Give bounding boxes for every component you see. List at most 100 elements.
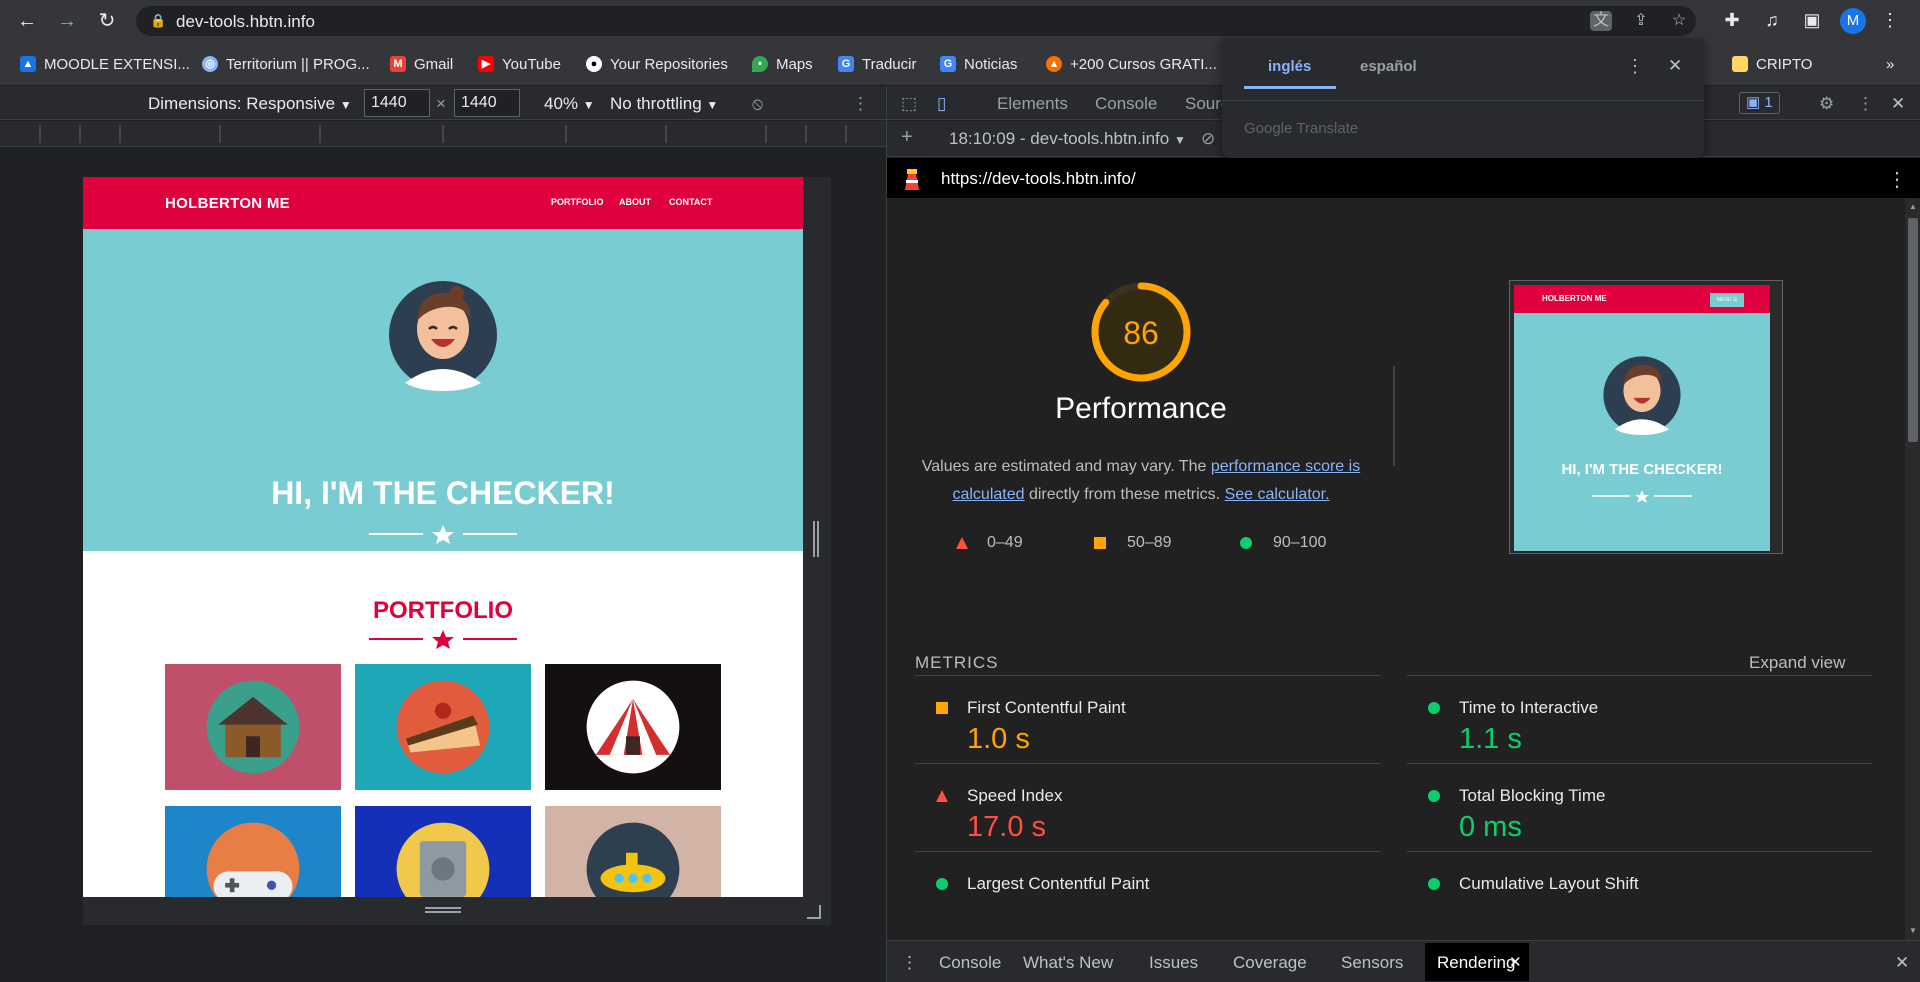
metric-label: Cumulative Layout Shift — [1459, 874, 1639, 893]
back-arrow-icon[interactable]: ← — [14, 8, 40, 34]
metric-divider — [915, 675, 1380, 676]
final-screenshot[interactable]: HOLBERTON ME MENU ☰ HI, I'M THE CHECKER! — [1509, 280, 1783, 554]
translate-icon[interactable]: 文 — [1590, 11, 1612, 31]
ruler-segments — [39, 125, 847, 143]
metric-label: Largest Contentful Paint — [967, 874, 1150, 893]
rotate-icon[interactable]: ⦸ — [752, 94, 763, 114]
see-calculator-link[interactable]: See calculator. — [1225, 486, 1330, 503]
portfolio-tile[interactable] — [545, 806, 721, 897]
forward-arrow-icon[interactable]: → — [54, 8, 80, 34]
translate-options-icon[interactable]: ⋮ — [1626, 56, 1644, 77]
device-toolbar: Dimensions: Responsive ▼ × 40% ▼ No thro… — [0, 86, 886, 120]
drawer-close-icon[interactable]: ✕ — [1895, 953, 1909, 973]
legend-fail: 0–49 — [987, 534, 1023, 551]
score-description: Values are estimated and may vary. The p… — [921, 458, 1361, 503]
share-icon[interactable]: ⇪ — [1630, 11, 1652, 31]
bookmarks-overflow[interactable]: » — [1886, 52, 1894, 76]
side-panel-icon[interactable]: ▣ — [1800, 10, 1824, 31]
bookmark-item[interactable]: ◎ Territorium || PROG... — [202, 52, 370, 76]
dimensions-select[interactable]: Dimensions: Responsive ▼ — [148, 94, 352, 114]
site-nav-about[interactable]: ABOUT — [619, 197, 651, 207]
tab-target-language[interactable]: español — [1360, 58, 1417, 75]
browser-menu-icon[interactable]: ⋮ — [1878, 10, 1902, 31]
media-queue-icon[interactable]: ♫ — [1760, 10, 1784, 31]
metric-divider — [1407, 763, 1872, 764]
gmail-icon: M — [390, 56, 406, 72]
issues-badge[interactable]: ▣ 1 — [1739, 92, 1780, 114]
bookmark-item[interactable]: G Noticias — [940, 52, 1017, 76]
emulated-page[interactable]: HOLBERTON ME PORTFOLIO ABOUT CONTACT HI,… — [83, 177, 803, 897]
bookmark-item[interactable]: CRIPTO — [1732, 52, 1812, 76]
metrics-heading: METRICS — [915, 653, 999, 672]
metric-label: Speed Index — [967, 786, 1063, 805]
address-url[interactable]: dev-tools.hbtn.info — [176, 12, 315, 32]
inspect-element-icon[interactable]: ⬚ — [901, 94, 917, 114]
bookmark-item[interactable]: ▲ +200 Cursos GRATI... — [1046, 52, 1217, 76]
translate-close-icon[interactable]: ✕ — [1668, 56, 1682, 76]
device-toolbar-more-icon[interactable]: ⋮ — [852, 94, 869, 114]
tab-elements[interactable]: Elements — [997, 94, 1068, 114]
thumb-avatar-icon — [1603, 356, 1681, 435]
bookmark-item[interactable]: G Traducir — [838, 52, 916, 76]
github-icon: ● — [586, 56, 602, 72]
bookmark-item[interactable]: M Gmail — [390, 52, 453, 76]
scroll-up-icon[interactable]: ▲ — [1909, 202, 1917, 211]
drawer-tab-whats-new[interactable]: What's New — [1023, 953, 1113, 973]
devtools-more-icon[interactable]: ⋮ — [1857, 94, 1874, 114]
tab-source-language[interactable]: inglés — [1268, 58, 1311, 75]
drawer-tab-rendering[interactable]: Rendering ✕ — [1425, 943, 1529, 981]
site-nav-contact[interactable]: CONTACT — [669, 197, 712, 207]
report-url[interactable]: https://dev-tools.hbtn.info/ — [941, 169, 1136, 189]
height-input[interactable] — [454, 89, 520, 117]
report-select[interactable]: 18:10:09 - dev-tools.hbtn.info ▼ — [949, 129, 1186, 149]
bookmark-item[interactable]: ▶ YouTube — [478, 52, 561, 76]
settings-gear-icon[interactable]: ⚙ — [1819, 94, 1834, 114]
viewport-bottom-resize-handle[interactable] — [83, 897, 831, 925]
resize-corner-icon[interactable] — [807, 905, 821, 919]
drawer-tab-coverage[interactable]: Coverage — [1233, 953, 1307, 973]
cake-icon — [396, 680, 490, 774]
devtools-drawer-tabs: ⋮ Console What's New Issues Coverage Sen… — [887, 940, 1920, 982]
portfolio-tile[interactable] — [355, 806, 531, 897]
drawer-tab-issues[interactable]: Issues — [1149, 953, 1198, 973]
profile-avatar[interactable]: M — [1840, 8, 1866, 34]
fire-icon: ▲ — [1046, 56, 1062, 72]
resize-grip-icon — [425, 907, 461, 913]
pass-circle-icon — [1240, 537, 1252, 549]
viewport-right-resize-handle[interactable] — [803, 177, 831, 897]
reload-icon[interactable]: ↻ — [94, 8, 120, 34]
scroll-down-icon[interactable]: ▼ — [1909, 926, 1917, 935]
device-toggle-icon[interactable]: ▯ — [937, 94, 946, 114]
bookmark-star-icon[interactable]: ☆ — [1668, 11, 1690, 31]
extensions-puzzle-icon[interactable]: ✚ — [1720, 10, 1744, 31]
bookmark-item[interactable]: ▲ MOODLE EXTENSI... — [20, 52, 190, 76]
site-nav-portfolio[interactable]: PORTFOLIO — [551, 197, 604, 207]
bookmark-item[interactable]: • Maps — [752, 52, 813, 76]
drawer-tab-sensors[interactable]: Sensors — [1341, 953, 1403, 973]
report-scrollbar[interactable]: ▲ ▼ — [1905, 198, 1920, 940]
drawer-tab-console[interactable]: Console — [939, 953, 1001, 973]
width-input[interactable] — [364, 89, 430, 117]
new-report-icon[interactable]: + — [901, 126, 913, 149]
thumb-navbar: HOLBERTON ME MENU ☰ — [1514, 285, 1770, 313]
pass-circle-icon — [1428, 790, 1440, 802]
site-brand[interactable]: HOLBERTON ME — [165, 195, 290, 212]
address-bar[interactable]: 🔒 dev-tools.hbtn.info 文 ⇪ ☆ — [136, 6, 1696, 36]
bookmark-item[interactable]: ● Your Repositories — [586, 52, 728, 76]
portfolio-tile[interactable] — [165, 664, 341, 790]
media-query-ruler[interactable] — [0, 121, 886, 147]
portfolio-tile[interactable] — [545, 664, 721, 790]
drawer-menu-icon[interactable]: ⋮ — [901, 953, 918, 973]
devtools-panel: ⬚ ▯ Elements Console Sourc ▣ 1 ⚙ ⋮ ✕ + 1… — [886, 86, 1920, 982]
portfolio-tile[interactable] — [355, 664, 531, 790]
zoom-select[interactable]: 40% ▼ — [544, 94, 595, 114]
expand-view-toggle[interactable]: Expand view — [1749, 653, 1845, 673]
tab-console[interactable]: Console — [1095, 94, 1157, 114]
clear-reports-icon[interactable]: ⊘ — [1201, 129, 1215, 149]
drawer-tab-close-icon[interactable]: ✕ — [1509, 953, 1522, 971]
scrollbar-thumb[interactable] — [1908, 218, 1918, 442]
throttling-select[interactable]: No throttling ▼ — [610, 94, 718, 114]
report-menu-icon[interactable]: ⋮ — [1887, 167, 1907, 192]
portfolio-tile[interactable] — [165, 806, 341, 897]
devtools-close-icon[interactable]: ✕ — [1891, 94, 1905, 114]
